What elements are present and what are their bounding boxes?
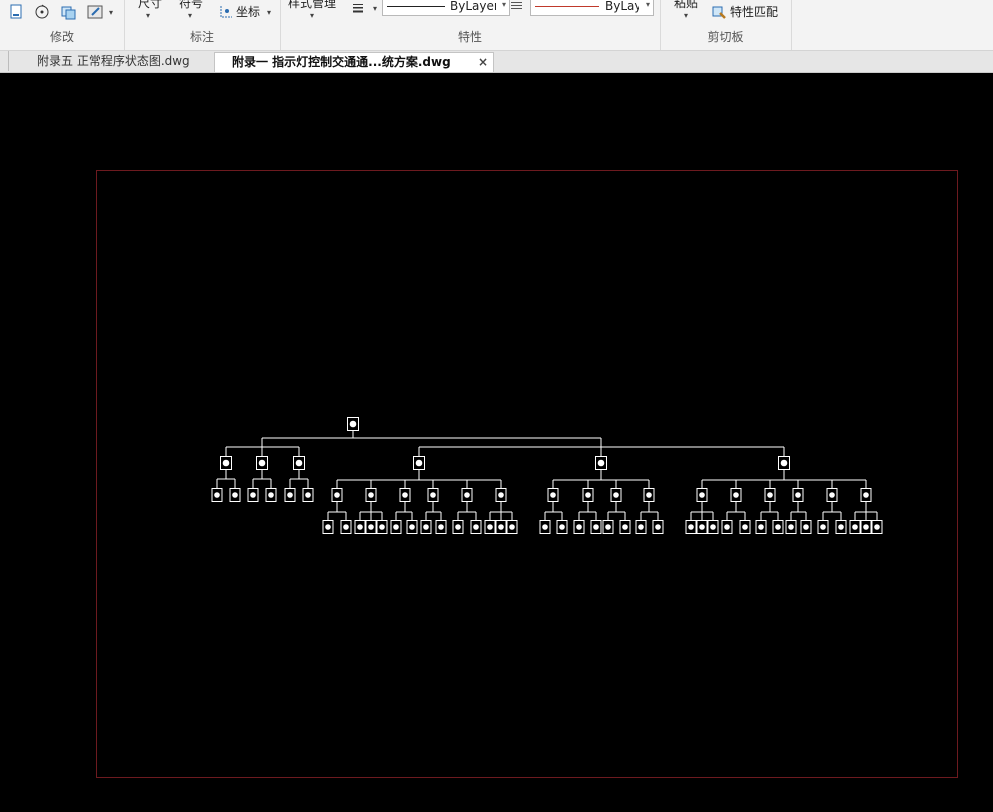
tree-node xyxy=(229,488,241,502)
tree-node xyxy=(220,456,232,470)
tree-node xyxy=(582,488,594,502)
tree-node xyxy=(547,488,559,502)
tree-node xyxy=(860,520,872,534)
tree-node xyxy=(506,520,518,534)
tree-node xyxy=(302,488,314,502)
tree-node xyxy=(365,488,377,502)
tree-node xyxy=(785,520,797,534)
tree-node xyxy=(322,520,334,534)
tree-node xyxy=(696,488,708,502)
tree-node xyxy=(610,488,622,502)
tree-node xyxy=(365,520,377,534)
tree-node xyxy=(376,520,388,534)
tree-node xyxy=(470,520,482,534)
tree-node xyxy=(800,520,812,534)
tree-node xyxy=(211,488,223,502)
tree-node xyxy=(595,456,607,470)
tree-node xyxy=(755,520,767,534)
tree-node xyxy=(817,520,829,534)
tree-node xyxy=(652,520,664,534)
tree-node xyxy=(778,456,790,470)
tree-node xyxy=(764,488,776,502)
tree-node xyxy=(849,520,861,534)
tree-node xyxy=(835,520,847,534)
tree-node xyxy=(390,520,402,534)
tree-node xyxy=(461,488,473,502)
tree-node xyxy=(427,488,439,502)
tree-node xyxy=(452,520,464,534)
tree-node xyxy=(635,520,647,534)
tree-node xyxy=(347,417,359,431)
tree-node xyxy=(643,488,655,502)
tree-node xyxy=(730,488,742,502)
tree-node xyxy=(265,488,277,502)
tree-node xyxy=(860,488,872,502)
tree-node xyxy=(590,520,602,534)
tree-node xyxy=(739,520,751,534)
tree-node xyxy=(539,520,551,534)
tree-node xyxy=(413,456,425,470)
tree-node xyxy=(399,488,411,502)
tree-node xyxy=(573,520,585,534)
tree-node xyxy=(602,520,614,534)
tree-node xyxy=(284,488,296,502)
tree-node xyxy=(707,520,719,534)
tree-node xyxy=(256,456,268,470)
tree-node xyxy=(293,456,305,470)
hierarchy-diagram xyxy=(211,417,883,534)
tree-node xyxy=(495,488,507,502)
tree-node xyxy=(792,488,804,502)
tree-node xyxy=(685,520,697,534)
tree-node xyxy=(420,520,432,534)
tree-node xyxy=(556,520,568,534)
tree-node xyxy=(826,488,838,502)
tree-node xyxy=(772,520,784,534)
tree-node xyxy=(340,520,352,534)
tree-node xyxy=(871,520,883,534)
tree-node xyxy=(619,520,631,534)
tree-node xyxy=(484,520,496,534)
tree-node xyxy=(247,488,259,502)
tree-node xyxy=(721,520,733,534)
tree-node xyxy=(354,520,366,534)
tree-node xyxy=(495,520,507,534)
tree-node xyxy=(406,520,418,534)
tree-node xyxy=(435,520,447,534)
tree-node xyxy=(696,520,708,534)
tree-node xyxy=(331,488,343,502)
